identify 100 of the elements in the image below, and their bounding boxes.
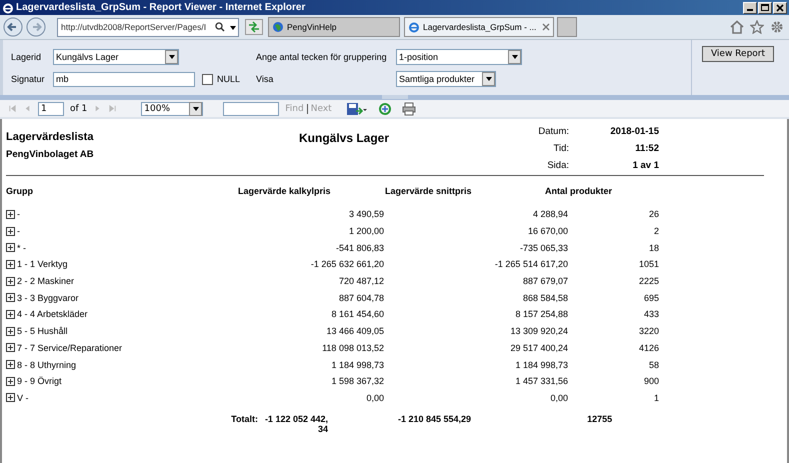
search-icon[interactable] xyxy=(215,22,225,32)
expand-icon[interactable] xyxy=(6,393,15,402)
table-cell: 9 - 9 Övrigt xyxy=(17,376,62,386)
table-cell-text: 18 xyxy=(648,242,659,253)
find-field[interactable] xyxy=(223,102,280,116)
minimize-button[interactable] xyxy=(743,2,757,14)
zoom-select[interactable]: 100% xyxy=(141,102,204,116)
null-checkbox[interactable] xyxy=(202,74,213,84)
expand-icon[interactable] xyxy=(6,310,15,319)
table-cell-text: 3 490,59 xyxy=(348,209,384,220)
table-cell-text: -735 065,33 xyxy=(518,242,568,253)
table-cell: 2 - 2 Maskiner xyxy=(17,276,74,286)
maximize-button[interactable] xyxy=(758,2,772,14)
page-count: of 1 xyxy=(70,104,88,114)
meta-label: Datum: xyxy=(537,126,569,137)
table-cell-text: 1 xyxy=(652,392,659,403)
table-cell-text: 0,00 xyxy=(365,392,384,403)
globe-icon xyxy=(272,21,284,33)
table-cell-text: 58 xyxy=(648,360,659,370)
meta-label: Tid: xyxy=(552,143,569,154)
collapse-handle[interactable] xyxy=(382,95,408,99)
address-bar[interactable]: http://utvdb2008/ReportServer/Pages/I xyxy=(57,18,239,36)
meta-value: 2018-01-15 xyxy=(609,126,659,137)
table-cell-text: 13 466 409,05 xyxy=(325,326,384,336)
parameter-label: Ange antal tecken för gruppering xyxy=(256,52,388,62)
table-cell: * - xyxy=(17,242,26,253)
home-icon[interactable] xyxy=(730,20,744,34)
printer-icon[interactable] xyxy=(402,102,416,116)
table-cell: - xyxy=(17,209,20,220)
table-cell-text: 900 xyxy=(642,376,659,386)
browser-tab[interactable]: PengVinHelp xyxy=(268,17,400,37)
table-cell-text: 2 xyxy=(652,226,659,236)
column-header: Grupp xyxy=(6,186,34,196)
table-cell-text: 887 604,78 xyxy=(338,292,384,303)
table-cell-text: 4126 xyxy=(638,342,659,353)
window-title: Lagervardeslista_GrpSum - Report Viewer - Internet Explorer xyxy=(16,2,306,13)
table-cell-text: 26 xyxy=(648,209,659,220)
expand-icon[interactable] xyxy=(6,210,15,219)
parameter-select[interactable]: 1-position xyxy=(396,49,522,65)
table-cell-text: 1 598 367,32 xyxy=(330,376,384,386)
meta-value: 11:52 xyxy=(634,143,659,154)
total-value: 12755 xyxy=(587,414,612,426)
parameter-field[interactable]: mb xyxy=(53,72,195,86)
expand-icon[interactable] xyxy=(6,276,15,286)
expand-icon[interactable] xyxy=(6,243,15,252)
meta-label: Sida: xyxy=(546,160,569,171)
table-cell-text: 16 670,00 xyxy=(526,226,568,236)
null-label: NULL xyxy=(217,74,240,84)
table-cell-text: 8 161 454,60 xyxy=(330,309,384,320)
expand-icon[interactable] xyxy=(6,260,15,269)
browser-logo-icon xyxy=(2,2,14,14)
parameter-label: Lagerid xyxy=(11,52,42,62)
company-name: PengVinbolaget AB xyxy=(6,149,95,160)
column-header: Antal produkter xyxy=(545,186,612,196)
table-cell-text: 1 184 998,73 xyxy=(514,360,568,370)
forward-button[interactable] xyxy=(26,17,46,37)
browser-logo-icon xyxy=(408,21,420,33)
star-icon[interactable] xyxy=(750,20,764,34)
column-header: Lagervärde snittpris xyxy=(385,186,473,196)
expand-icon[interactable] xyxy=(6,360,15,370)
table-cell-text: 1 457 331,56 xyxy=(514,376,568,386)
table-cell-text: 13 309 920,24 xyxy=(509,326,568,336)
report-subtitle: Kungälvs Lager xyxy=(299,130,390,147)
back-button[interactable] xyxy=(3,17,23,37)
total-label: Totalt: xyxy=(230,414,258,426)
table-cell-text: 433 xyxy=(642,309,659,320)
browser-tab[interactable]: Lagervardeslista_GrpSum - ... xyxy=(404,17,554,37)
table-cell: 1 - 1 Verktyg xyxy=(17,259,68,270)
expand-icon[interactable] xyxy=(6,376,15,386)
meta-value: 1 av 1 xyxy=(632,160,659,171)
table-cell: 7 - 7 Service/Reparationer xyxy=(17,342,122,353)
expand-icon[interactable] xyxy=(6,343,15,352)
parameter-label: Signatur xyxy=(11,74,46,84)
table-cell-text: -1 265 514 617,20 xyxy=(494,259,568,270)
table-cell: 3 - 3 Byggvaror xyxy=(17,292,79,303)
table-cell-text: 1051 xyxy=(638,259,659,270)
view-report-button[interactable]: View Report xyxy=(702,46,774,62)
parameter-select[interactable]: Samtliga produkter xyxy=(396,71,496,87)
close-button[interactable] xyxy=(773,2,787,14)
expand-icon[interactable] xyxy=(6,326,15,336)
table-cell-text: 868 584,58 xyxy=(522,292,568,303)
total-value: -1 122 052 442,34 xyxy=(264,414,328,434)
compatibility-view-icon[interactable] xyxy=(245,19,263,35)
export-icon[interactable] xyxy=(346,102,368,116)
settings-icon[interactable] xyxy=(770,20,784,34)
parameter-label: Visa xyxy=(256,74,274,84)
table-cell: V - xyxy=(17,392,29,403)
report-title: Lagervärdeslista xyxy=(6,131,94,143)
table-cell-text: 118 098 013,52 xyxy=(321,342,384,353)
expand-icon[interactable] xyxy=(6,293,15,302)
column-header: Lagervärde kalkylpris xyxy=(238,186,332,196)
parameter-select[interactable]: Kungälvs Lager xyxy=(53,49,179,65)
table-cell-text: 8 157 254,88 xyxy=(514,309,568,320)
close-tab-icon[interactable] xyxy=(542,23,550,31)
expand-icon[interactable] xyxy=(6,226,15,236)
table-cell-text: 29 517 400,24 xyxy=(509,342,568,353)
table-cell-text: 720 487,12 xyxy=(338,276,384,286)
table-cell-text: -1 265 632 661,20 xyxy=(310,259,384,270)
table-cell: 4 - 4 Arbetskläder xyxy=(17,309,88,320)
page-number-field[interactable]: 1 xyxy=(38,102,64,116)
